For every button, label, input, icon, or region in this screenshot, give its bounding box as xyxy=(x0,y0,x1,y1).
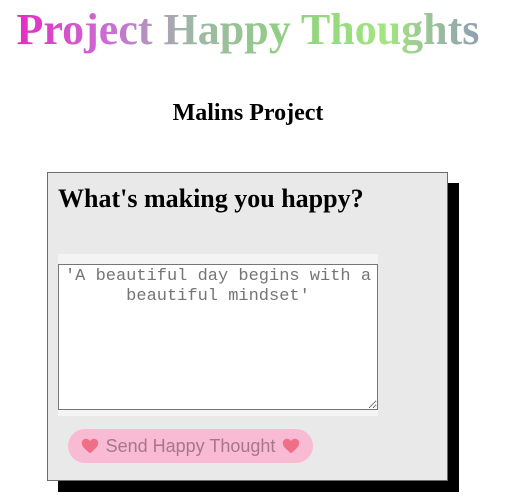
app-title: Project Happy Thoughts xyxy=(0,2,496,58)
page: Project Happy Thoughts Malins Project Wh… xyxy=(0,0,521,500)
send-happy-thought-button[interactable]: Send Happy Thought xyxy=(68,429,313,463)
send-button-label: Send Happy Thought xyxy=(105,436,276,456)
heart-icon xyxy=(282,438,300,454)
thought-input[interactable] xyxy=(58,264,378,410)
happy-thought-form: What's making you happy? Send Happy Thou… xyxy=(47,172,448,481)
form-heading: What's making you happy? xyxy=(58,184,364,213)
heart-icon xyxy=(81,438,99,454)
input-wrapper xyxy=(58,254,378,416)
project-subtitle: Malins Project xyxy=(172,100,324,126)
